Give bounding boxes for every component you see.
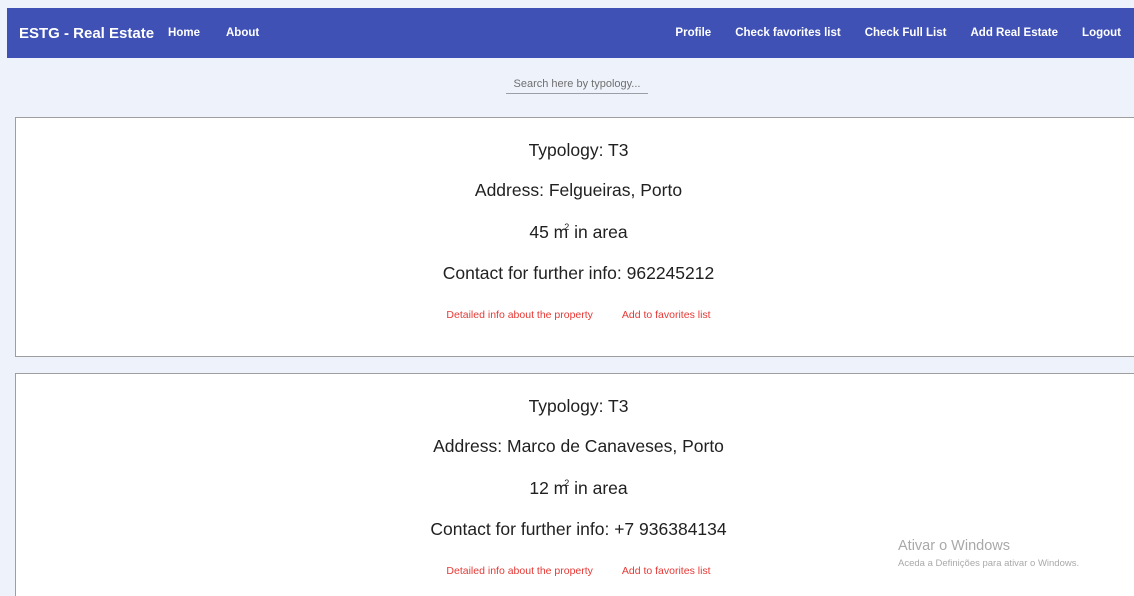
property-contact: Contact for further info: 962245212	[442, 263, 715, 283]
brand-title[interactable]: ESTG - Real Estate	[19, 25, 154, 42]
property-contact: Contact for further info: +7 936384134	[430, 519, 727, 539]
nav-about-link[interactable]: About	[226, 27, 259, 39]
nav-profile-link[interactable]: Profile	[675, 27, 711, 39]
nav-add-real-estate-link[interactable]: Add Real Estate	[970, 27, 1058, 39]
property-actions: Detailed info about the property Add to …	[16, 309, 1134, 321]
area-superscript: 2	[564, 222, 570, 232]
area-value: 12 m	[529, 478, 569, 498]
detailed-info-link[interactable]: Detailed info about the property	[446, 309, 593, 321]
property-typology: Typology: T3	[528, 396, 629, 416]
watermark-subtitle: Aceda a Definições para ativar o Windows…	[898, 558, 1080, 569]
area-superscript: 2	[564, 478, 570, 488]
property-area: 45 m2 in area	[16, 222, 1134, 243]
nav-full-list-link[interactable]: Check Full List	[865, 27, 947, 39]
property-address: Address: Felgueiras, Porto	[474, 180, 683, 200]
add-to-favorites-link[interactable]: Add to favorites list	[622, 309, 711, 321]
area-value: 45 m	[529, 222, 569, 242]
property-address: Address: Marco de Canaveses, Porto	[433, 436, 724, 456]
nav-right: Profile Check favorites list Check Full …	[651, 27, 1121, 39]
detailed-info-link[interactable]: Detailed info about the property	[446, 565, 593, 577]
area-suffix: in area	[574, 478, 628, 498]
navbar: ESTG - Real Estate Home About Profile Ch…	[7, 8, 1134, 58]
area-suffix: in area	[574, 222, 628, 242]
property-typology: Typology: T3	[528, 140, 629, 160]
windows-activation-watermark: Ativar o Windows Aceda a Definições para…	[898, 538, 1079, 569]
page: ESTG - Real Estate Home About Profile Ch…	[0, 0, 1134, 596]
nav-logout-link[interactable]: Logout	[1082, 27, 1121, 39]
watermark-title: Ativar o Windows	[898, 538, 1011, 554]
nav-left: Home About	[168, 27, 285, 39]
nav-favorites-link[interactable]: Check favorites list	[735, 27, 840, 39]
property-area: 12 m2 in area	[16, 478, 1134, 499]
add-to-favorites-link[interactable]: Add to favorites list	[622, 565, 711, 577]
property-card: Typology: T3 Address: Felgueiras, Porto …	[15, 117, 1134, 357]
nav-home-link[interactable]: Home	[168, 27, 200, 39]
search-input[interactable]	[506, 74, 648, 94]
search-bar	[0, 58, 1134, 116]
